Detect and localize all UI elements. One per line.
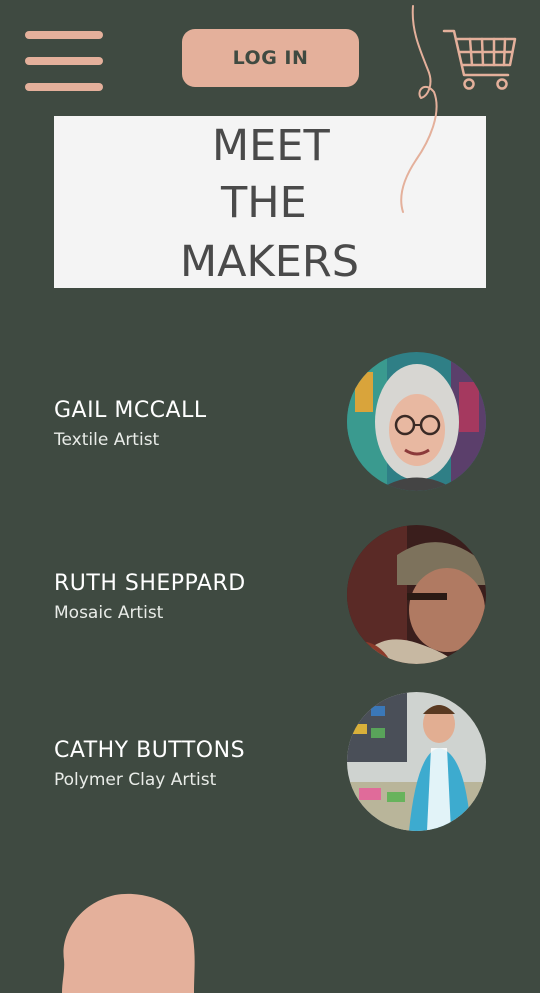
maker-name: RUTH SHEPPARD <box>54 571 246 596</box>
thread-decoration-icon <box>400 5 438 213</box>
maker-name: CATHY BUTTONS <box>54 738 246 763</box>
shopping-cart-icon[interactable] <box>442 27 518 93</box>
title-line-meet: MEET <box>212 121 330 171</box>
maker-photo-cathy[interactable] <box>347 692 486 831</box>
login-button[interactable]: LOG IN <box>182 29 359 87</box>
menu-bar-top <box>25 31 103 39</box>
maker-card-cathy[interactable]: CATHY BUTTONS Polymer Clay Artist <box>0 692 540 832</box>
maker-card-gail[interactable]: GAIL MCCALL Textile Artist <box>0 352 540 492</box>
maker-card-ruth[interactable]: RUTH SHEPPARD Mosaic Artist <box>0 525 540 665</box>
title-line-the: THE <box>221 178 307 228</box>
maker-photo-ruth[interactable] <box>347 525 486 664</box>
maker-role: Polymer Clay Artist <box>54 770 217 790</box>
maker-role: Textile Artist <box>54 430 160 450</box>
title-line-makers: MAKERS <box>180 237 360 287</box>
menu-bar-middle <box>25 57 103 65</box>
maker-role: Mosaic Artist <box>54 603 164 623</box>
decorative-blob-icon <box>62 893 195 993</box>
menu-bar-bottom <box>25 83 103 91</box>
maker-name: GAIL MCCALL <box>54 398 207 423</box>
hamburger-menu-icon[interactable] <box>25 31 103 91</box>
maker-photo-gail[interactable] <box>347 352 486 491</box>
